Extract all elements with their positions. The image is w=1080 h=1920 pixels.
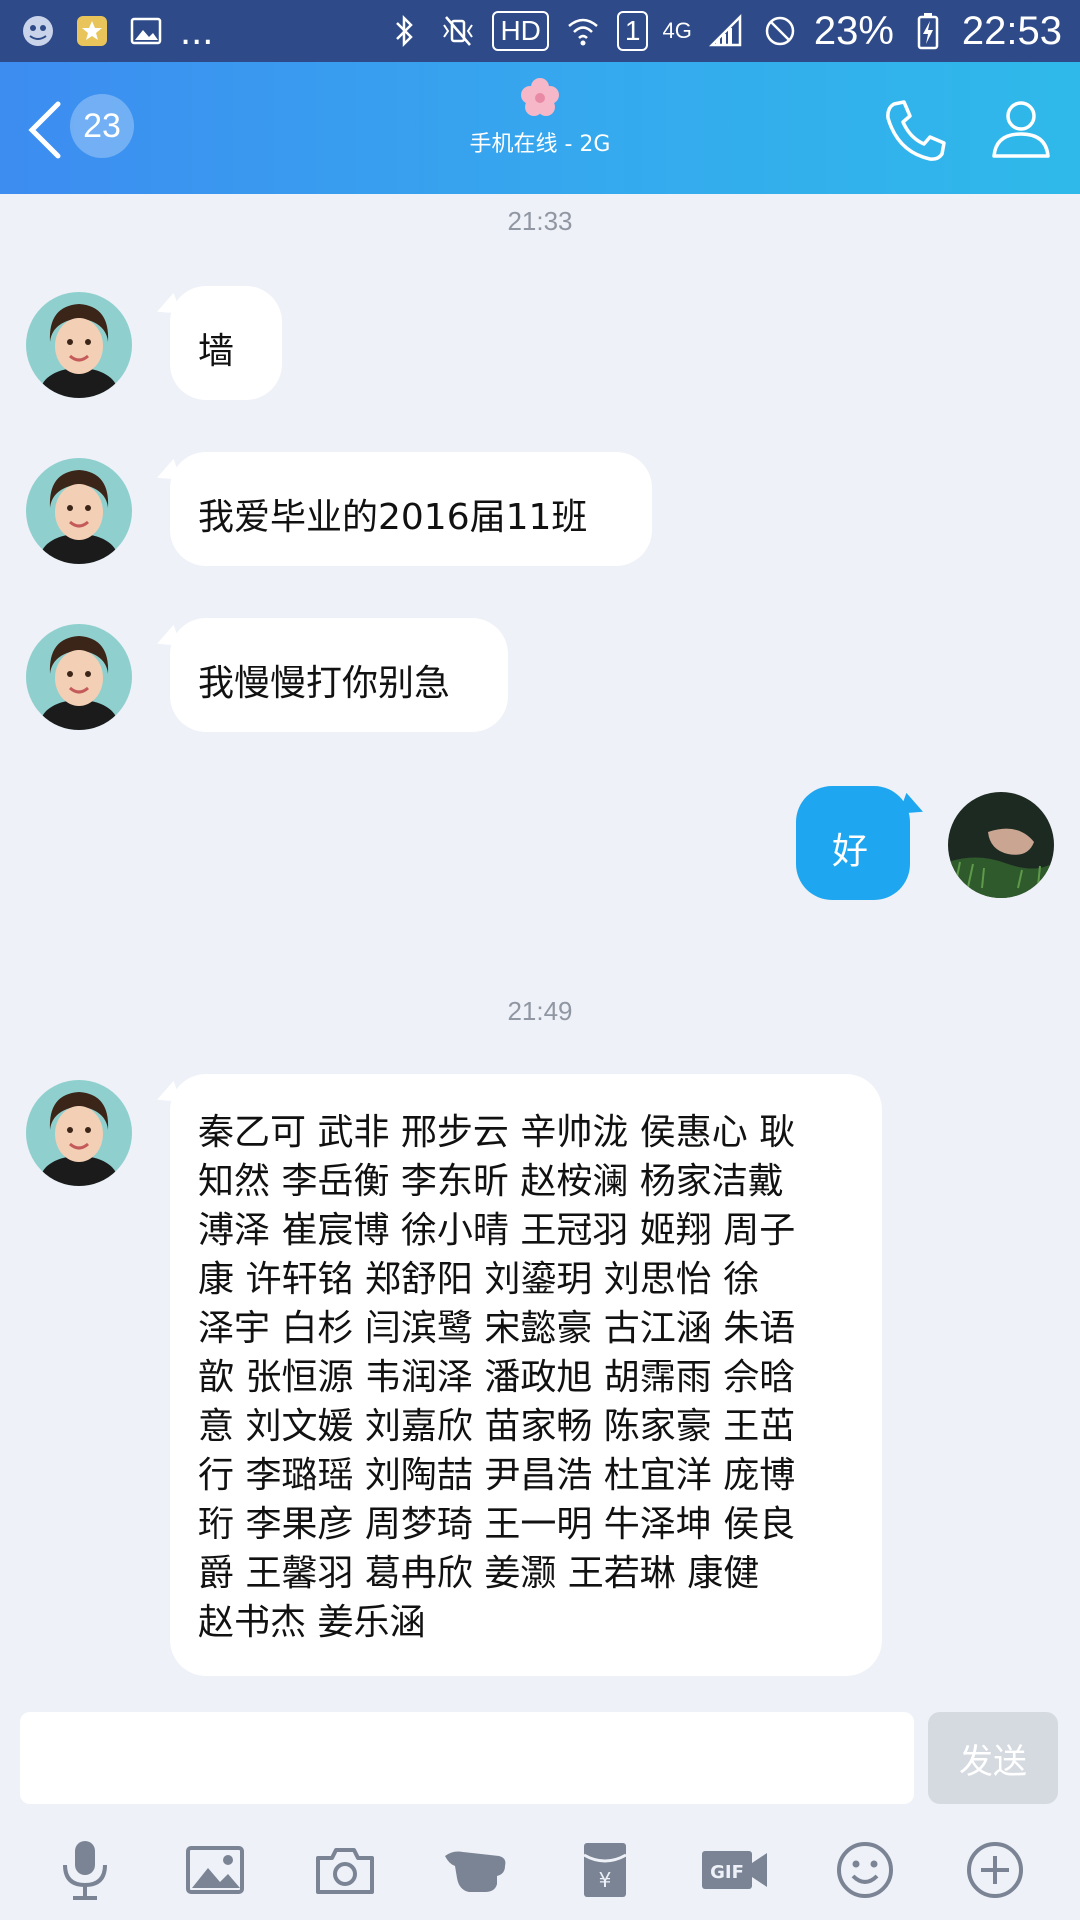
message-text: 好 bbox=[832, 831, 869, 872]
emoji-icon[interactable] bbox=[829, 1834, 901, 1906]
message-line: 溥泽 崔宸博 徐小晴 王冠羽 姬翔 周子 bbox=[198, 1210, 796, 1251]
message-line: 知然 李岳衡 李东昕 赵桉澜 杨家洁戴 bbox=[198, 1161, 784, 1202]
unread-count-badge[interactable]: 23 bbox=[70, 94, 134, 158]
my-message-bubble[interactable]: 好 bbox=[796, 786, 910, 900]
message-bubble[interactable]: 我爱毕业的2016届11班 bbox=[170, 452, 652, 566]
online-status: 手机在线 - 2G bbox=[469, 132, 611, 157]
status-bar: ... HD 1 4G 23% 22:53 bbox=[0, 0, 1080, 62]
bluetooth-icon bbox=[384, 11, 424, 51]
message-text: 我慢慢打你别急 bbox=[198, 663, 451, 704]
contact-avatar[interactable] bbox=[26, 292, 132, 398]
microphone-icon[interactable] bbox=[49, 1834, 121, 1906]
qq-notification-icon bbox=[18, 11, 58, 51]
wifi-icon bbox=[563, 11, 603, 51]
message-timestamp: 21:33 bbox=[507, 206, 573, 236]
hd-badge: HD bbox=[492, 11, 549, 51]
gif-icon[interactable]: GIF bbox=[699, 1834, 771, 1906]
message-line: 爵 王馨羽 葛冉欣 姜灏 王若琳 康健 bbox=[198, 1553, 760, 1594]
gallery-icon bbox=[126, 11, 166, 51]
contact-avatar[interactable] bbox=[26, 1080, 132, 1186]
message-line: 康 许轩铭 郑舒阳 刘鎏玥 刘思怡 徐 bbox=[198, 1259, 760, 1300]
network-type: 4G bbox=[662, 18, 692, 43]
message-bubble[interactable]: 墙 bbox=[170, 286, 282, 400]
sim-badge: 1 bbox=[616, 11, 649, 51]
my-avatar[interactable] bbox=[948, 792, 1054, 898]
camera-icon[interactable] bbox=[309, 1834, 381, 1906]
message-line: 秦乙可 武非 邢步云 辛帅泷 侯惠心 耿 bbox=[198, 1112, 796, 1153]
hand-icon[interactable] bbox=[439, 1834, 511, 1906]
message-line: 赵书杰 姜乐涵 bbox=[198, 1602, 426, 1643]
image-icon[interactable] bbox=[179, 1834, 251, 1906]
send-button[interactable]: 发送 bbox=[928, 1712, 1058, 1804]
input-toolbar: ¥ GIF bbox=[0, 1820, 1080, 1920]
message-text: 我爱毕业的2016届11班 bbox=[198, 497, 588, 538]
red-packet-icon[interactable]: ¥ bbox=[569, 1834, 641, 1906]
svg-text:¥: ¥ bbox=[599, 1868, 612, 1892]
message-bubble[interactable]: 我慢慢打你别急 bbox=[170, 618, 508, 732]
message-text: 墙 bbox=[198, 331, 235, 372]
signal-icon bbox=[706, 11, 746, 51]
message-input[interactable] bbox=[20, 1712, 914, 1804]
back-button[interactable] bbox=[20, 98, 76, 162]
battery-percent: 23% bbox=[813, 8, 894, 53]
clock: 22:53 bbox=[961, 8, 1062, 53]
phone-call-button[interactable] bbox=[880, 96, 950, 166]
message-line: 行 李璐瑶 刘陶喆 尹昌浩 杜宜洋 庞博 bbox=[198, 1455, 796, 1496]
message-bubble[interactable]: 秦乙可 武非 邢步云 辛帅泷 侯惠心 耿 知然 李岳衡 李东昕 赵桉澜 杨家洁戴… bbox=[170, 1074, 882, 1676]
message-timestamp: 21:49 bbox=[507, 996, 573, 1026]
more-notifications: ... bbox=[180, 8, 214, 53]
message-line: 意 刘文媛 刘嘉欣 苗家畅 陈家豪 王茁 bbox=[198, 1406, 796, 1447]
message-line: 泽宇 白杉 闫滨鹭 宋懿豪 古江涵 朱语 bbox=[198, 1308, 796, 1349]
message-line: 珩 李果彦 周梦琦 王一明 牛泽坤 侯良 bbox=[198, 1504, 796, 1545]
profile-button[interactable] bbox=[988, 96, 1054, 162]
vibrate-mute-icon bbox=[438, 11, 478, 51]
message-line: 歆 张恒源 韦润泽 潘政旭 胡霈雨 佘晗 bbox=[198, 1357, 796, 1398]
contact-status-area[interactable]: 手机在线 - 2G bbox=[340, 76, 740, 158]
star-app-icon bbox=[72, 11, 112, 51]
flower-icon bbox=[521, 78, 559, 116]
svg-text:GIF: GIF bbox=[710, 1862, 744, 1883]
chat-header: 23 手机在线 - 2G bbox=[0, 62, 1080, 194]
contact-avatar[interactable] bbox=[26, 458, 132, 564]
contact-avatar[interactable] bbox=[26, 624, 132, 730]
plus-icon[interactable] bbox=[959, 1834, 1031, 1906]
do-not-disturb-icon bbox=[760, 11, 800, 51]
battery-charging-icon bbox=[908, 11, 948, 51]
